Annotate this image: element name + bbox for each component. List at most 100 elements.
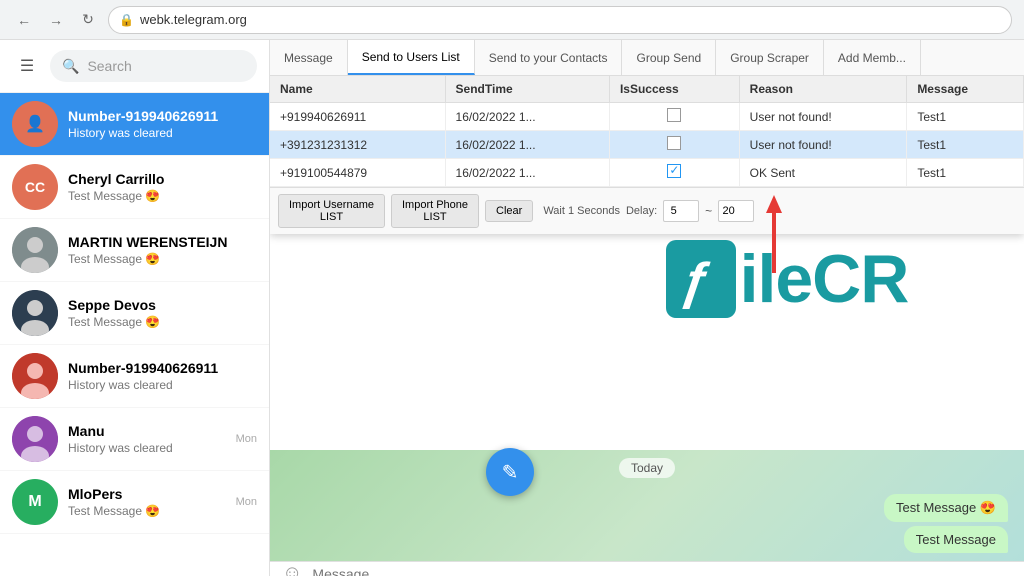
checkbox-unchecked[interactable] bbox=[667, 108, 681, 122]
avatar: M bbox=[12, 479, 58, 525]
delay-label: Delay: bbox=[626, 205, 657, 217]
table-row: +919100544879 16/02/2022 1... OK Sent Te… bbox=[270, 159, 1024, 187]
arrow-up-icon bbox=[766, 195, 782, 213]
checkbox-checked[interactable] bbox=[667, 164, 681, 178]
arrow-shaft bbox=[772, 213, 776, 273]
back-button[interactable]: ← bbox=[12, 8, 36, 32]
contact-info: Number-919940626911 History was cleared bbox=[68, 108, 257, 140]
tab-message[interactable]: Message bbox=[270, 40, 348, 75]
contact-name: Seppe Devos bbox=[68, 297, 257, 313]
chat-messages: Test Message 😍 Test Message bbox=[270, 486, 1024, 561]
contact-info: MloPers Test Message 😍 bbox=[68, 486, 226, 518]
tab-add-member[interactable]: Add Memb... bbox=[824, 40, 921, 75]
col-name: Name bbox=[270, 76, 445, 103]
cell-sendtime: 16/02/2022 1... bbox=[445, 131, 609, 159]
cell-sendtime: 16/02/2022 1... bbox=[445, 103, 609, 131]
checkbox-unchecked[interactable] bbox=[667, 136, 681, 150]
contact-list: Number-919940626911 History was cleared … bbox=[0, 93, 269, 576]
cell-message: Test1 bbox=[907, 103, 1024, 131]
search-box[interactable]: 🔍 Search bbox=[50, 50, 257, 82]
plugin-bottom-bar: Import UsernameLIST Import PhoneLIST Cle… bbox=[270, 187, 1024, 234]
import-username-button[interactable]: Import UsernameLIST bbox=[278, 194, 385, 228]
list-item[interactable]: Number-919940626911 History was cleared bbox=[0, 345, 269, 408]
cell-reason: User not found! bbox=[739, 103, 907, 131]
contact-info: Cheryl Carrillo Test Message 😍 bbox=[68, 171, 257, 203]
contact-time: Mon bbox=[236, 433, 257, 445]
cell-sendtime: 16/02/2022 1... bbox=[445, 159, 609, 187]
contact-preview: History was cleared bbox=[68, 441, 226, 455]
contact-info: Manu History was cleared bbox=[68, 423, 226, 455]
list-item[interactable]: CC Cheryl Carrillo Test Message 😍 bbox=[0, 156, 269, 219]
chat-today: Today bbox=[270, 450, 1024, 486]
menu-button[interactable]: ☰ bbox=[12, 51, 42, 81]
contact-preview: Test Message 😍 bbox=[68, 252, 257, 266]
chat-input-bar: ☺ bbox=[270, 561, 1024, 576]
cell-issuccess bbox=[609, 131, 739, 159]
tab-group-send[interactable]: Group Send bbox=[622, 40, 716, 75]
list-item[interactable]: Manu History was cleared Mon bbox=[0, 408, 269, 471]
list-item[interactable]: Number-919940626911 History was cleared bbox=[0, 93, 269, 156]
list-item[interactable]: Seppe Devos Test Message 😍 bbox=[0, 282, 269, 345]
right-panel: Message Send to Users List Send to your … bbox=[270, 40, 1024, 576]
delay-to-input[interactable] bbox=[718, 200, 754, 222]
avatar bbox=[12, 353, 58, 399]
filecr-watermark: ƒ ileCR bbox=[550, 240, 1024, 318]
arrow-annotation bbox=[766, 195, 782, 273]
contact-preview: Test Message 😍 bbox=[68, 189, 257, 203]
avatar bbox=[12, 290, 58, 336]
contact-info: Number-919940626911 History was cleared bbox=[68, 360, 257, 392]
message-input[interactable] bbox=[312, 566, 1012, 576]
reload-button[interactable]: ↻ bbox=[76, 8, 100, 32]
contact-name: Manu bbox=[68, 423, 226, 439]
avatar bbox=[12, 416, 58, 462]
contact-name: Cheryl Carrillo bbox=[68, 171, 257, 187]
svg-text:ƒ: ƒ bbox=[677, 253, 712, 309]
col-issuccess: IsSuccess bbox=[609, 76, 739, 103]
tab-send-users[interactable]: Send to Users List bbox=[348, 40, 475, 75]
emoji-icon[interactable]: ☺ bbox=[282, 562, 302, 576]
delay-from-input[interactable] bbox=[663, 200, 699, 222]
cell-issuccess bbox=[609, 159, 739, 187]
avatar bbox=[12, 227, 58, 273]
col-sendtime: SendTime bbox=[445, 76, 609, 103]
compose-button[interactable]: ✎ bbox=[486, 448, 534, 496]
contact-preview: Test Message 😍 bbox=[68, 315, 257, 329]
contact-name: Number-919940626911 bbox=[68, 108, 257, 124]
avatar: CC bbox=[12, 164, 58, 210]
cell-reason: User not found! bbox=[739, 131, 907, 159]
cell-name: +919100544879 bbox=[270, 159, 445, 187]
address-bar[interactable]: 🔒 webk.telegram.org bbox=[108, 6, 1012, 34]
contact-preview: History was cleared bbox=[68, 126, 257, 140]
col-message: Message bbox=[907, 76, 1024, 103]
chat-bubble: Test Message bbox=[904, 526, 1008, 553]
table-row: +919940626911 16/02/2022 1... User not f… bbox=[270, 103, 1024, 131]
clear-button[interactable]: Clear bbox=[485, 200, 533, 222]
contact-info: MARTIN WERENSTEIJN Test Message 😍 bbox=[68, 234, 257, 266]
list-item[interactable]: MARTIN WERENSTEIJN Test Message 😍 bbox=[0, 219, 269, 282]
contact-name: Number-919940626911 bbox=[68, 360, 257, 376]
list-item[interactable]: M MloPers Test Message 😍 Mon bbox=[0, 471, 269, 534]
sidebar-header: ☰ 🔍 Search bbox=[0, 40, 269, 93]
forward-button[interactable]: → bbox=[44, 8, 68, 32]
cell-name: +391231231312 bbox=[270, 131, 445, 159]
table-row: +391231231312 16/02/2022 1... User not f… bbox=[270, 131, 1024, 159]
lock-icon: 🔒 bbox=[119, 13, 134, 27]
cell-issuccess bbox=[609, 103, 739, 131]
contact-name: MARTIN WERENSTEIJN bbox=[68, 234, 257, 250]
tab-group-scraper[interactable]: Group Scraper bbox=[716, 40, 824, 75]
cell-name: +919940626911 bbox=[270, 103, 445, 131]
tab-send-contacts[interactable]: Send to your Contacts bbox=[475, 40, 623, 75]
browser-bar: ← → ↻ 🔒 webk.telegram.org bbox=[0, 0, 1024, 40]
results-table: Name SendTime IsSuccess Reason Message +… bbox=[270, 76, 1024, 187]
cell-message: Test1 bbox=[907, 131, 1024, 159]
tilde-separator: ~ bbox=[705, 204, 712, 218]
filecr-f-box: ƒ bbox=[666, 240, 736, 318]
import-phone-button[interactable]: Import PhoneLIST bbox=[391, 194, 479, 228]
chat-area: Today Test Message 😍 Test Message ☺ bbox=[270, 450, 1024, 576]
cell-message: Test1 bbox=[907, 159, 1024, 187]
cell-reason: OK Sent bbox=[739, 159, 907, 187]
filecr-logo: ƒ ileCR bbox=[666, 240, 909, 318]
today-badge: Today bbox=[619, 458, 675, 478]
plugin-table: Name SendTime IsSuccess Reason Message +… bbox=[270, 76, 1024, 187]
plugin-panel: Message Send to Users List Send to your … bbox=[270, 40, 1024, 234]
